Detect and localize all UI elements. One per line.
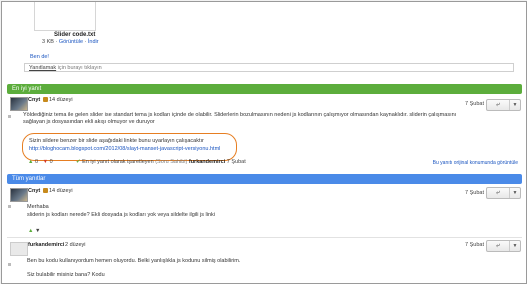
avatar[interactable] bbox=[10, 188, 28, 202]
attachment-thumbnail[interactable] bbox=[34, 2, 96, 31]
avatar[interactable] bbox=[10, 242, 28, 256]
attachment-meta: 3 KB · Görüntüle · İndir bbox=[42, 39, 99, 45]
best-answer-text: Yöldediğiniz tema ile gelen slider ise s… bbox=[23, 112, 457, 125]
post-marker bbox=[8, 205, 11, 208]
vote-controls: ▲ ▼ bbox=[28, 228, 40, 234]
all-answers-bar: Tüm yanıtlar bbox=[7, 174, 522, 184]
reply-button-group[interactable]: ⤶ ▼ bbox=[486, 240, 521, 252]
reply-icon[interactable]: ⤶ bbox=[490, 242, 506, 250]
post-line: Siz bulabilir misiniz bana? Kodu bbox=[27, 272, 105, 278]
author-name[interactable]: Cnyt bbox=[28, 97, 40, 103]
medal-icon bbox=[43, 97, 48, 102]
thumbs-down-icon[interactable]: ▼ bbox=[43, 159, 48, 165]
accepted-info: ✔ En iyi yanıt olarak işaretleyen (Soru … bbox=[76, 159, 246, 165]
user-level: 2 düzeyi bbox=[65, 242, 86, 248]
attachment-download-link[interactable]: İndir bbox=[88, 39, 99, 45]
post-marker bbox=[8, 263, 11, 266]
attachment-view-link[interactable]: Görüntüle bbox=[59, 39, 83, 45]
thread-frame: Slider code.txt 3 KB · Görüntüle · İndir… bbox=[1, 1, 527, 284]
reply-input[interactable]: Yanıtlamak için burayı tıklayın bbox=[24, 63, 514, 72]
reply-button-group[interactable]: ⤶ ▼ bbox=[486, 99, 521, 111]
thumbs-up-icon[interactable]: ▲ bbox=[28, 228, 33, 234]
divider bbox=[7, 237, 522, 238]
accepted-by-user[interactable]: furkandemirci bbox=[189, 159, 225, 165]
down-vote-count: 0 bbox=[49, 159, 53, 165]
chevron-down-icon[interactable]: ▼ bbox=[509, 100, 520, 110]
medal-icon bbox=[43, 188, 48, 193]
avatar[interactable] bbox=[10, 97, 28, 111]
post-line: Merhaba bbox=[27, 204, 49, 210]
post-line: sliderin js kodları nerede? Ekli dosyada… bbox=[27, 212, 216, 218]
reply-link[interactable]: Yanıtlamak bbox=[29, 65, 56, 71]
author-name[interactable]: Cnyt bbox=[28, 188, 40, 194]
me-too-link[interactable]: Ben de! bbox=[30, 54, 49, 60]
post-line: Ben bu kodu kullanıyordum hemen oluyordu… bbox=[27, 258, 241, 264]
thumbs-down-icon[interactable]: ▼ bbox=[35, 228, 40, 234]
attachment-size: 3 KB bbox=[42, 39, 54, 45]
post-date: 7 Şubat bbox=[465, 190, 484, 196]
vote-controls: ▲ 0 ▼ 0 bbox=[28, 159, 53, 165]
user-level: 14 düzeyi bbox=[43, 97, 73, 103]
reply-icon[interactable]: ⤶ bbox=[490, 101, 506, 109]
best-answer-bar: En iyi yanıt bbox=[7, 84, 522, 94]
highlight-link[interactable]: http://bloghocam.blogspot.com/2012/08/sl… bbox=[29, 146, 220, 153]
post-date: 7 Şubat bbox=[465, 242, 484, 248]
user-level: 14 düzeyi bbox=[43, 188, 73, 194]
post-marker bbox=[8, 115, 11, 118]
chevron-down-icon[interactable]: ▼ bbox=[509, 188, 520, 198]
attachment-name[interactable]: Slider code.txt bbox=[54, 32, 95, 38]
view-original-link[interactable]: Bu yanıtı orijinal konumunda görüntüle bbox=[433, 160, 518, 166]
post-date: 7 Şubat bbox=[465, 101, 484, 107]
author-name[interactable]: furkandemirci bbox=[28, 242, 64, 248]
check-icon: ✔ bbox=[76, 159, 81, 165]
thumbs-up-icon[interactable]: ▲ bbox=[28, 159, 33, 165]
up-vote-count: 0 bbox=[34, 159, 39, 165]
highlight-line: Sizin sildere benzer bir slide aşağıdaki… bbox=[29, 138, 204, 144]
reply-button-group[interactable]: ⤶ ▼ bbox=[486, 187, 521, 199]
reply-icon[interactable]: ⤶ bbox=[490, 189, 506, 197]
chevron-down-icon[interactable]: ▼ bbox=[509, 241, 520, 251]
